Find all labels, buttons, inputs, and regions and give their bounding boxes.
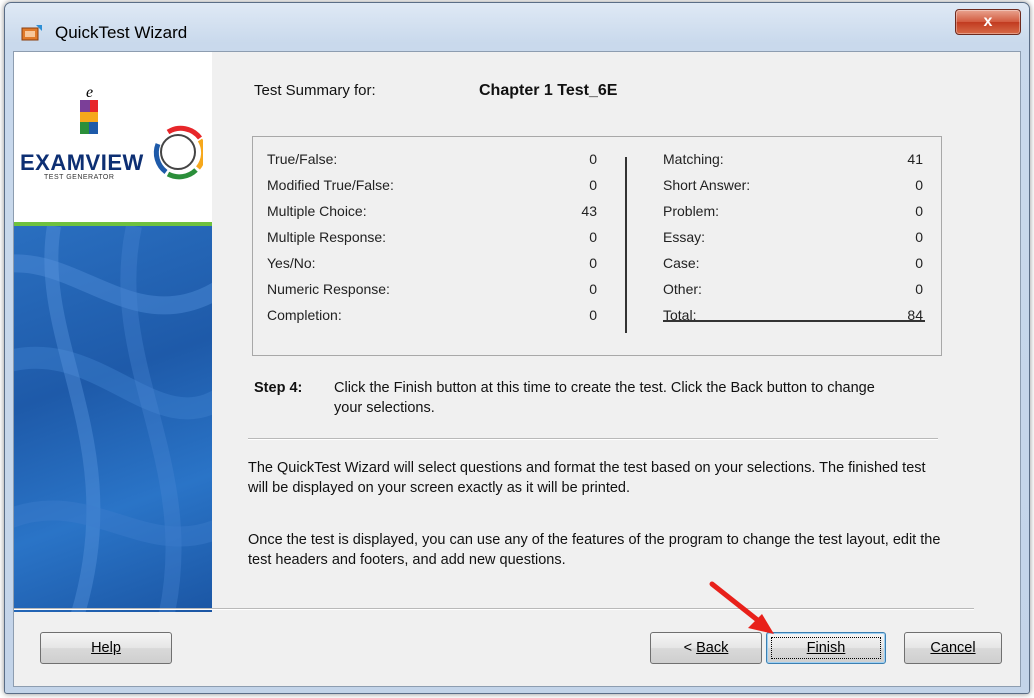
count-row: Essay: 0 [663, 229, 923, 245]
count-row: Problem: 0 [663, 203, 923, 219]
count-row: Case: 0 [663, 255, 923, 271]
quicktest-wizard-window: QuickTest Wizard x e EXAMVIEW TEST GENER… [4, 2, 1030, 694]
window-title: QuickTest Wizard [55, 23, 188, 42]
step-instructions: Click the Finish button at this time to … [334, 380, 875, 416]
examview-brand-text: EXAMVIEW [20, 150, 144, 175]
count-row: Multiple Response: 0 [267, 229, 597, 245]
examview-subtitle: TEST GENERATOR [44, 174, 115, 181]
section-divider [248, 438, 938, 440]
column-divider [625, 157, 627, 333]
help-button[interactable]: Help [40, 632, 172, 664]
question-counts-box: True/False: 0 Modified True/False: 0 Multi… [252, 136, 942, 356]
red-arrow-icon [709, 581, 774, 634]
app-icon [21, 25, 42, 41]
close-button[interactable]: x [955, 9, 1021, 35]
count-row: Yes/No: 0 [267, 255, 597, 271]
examview-logo-graphic: e [80, 84, 203, 180]
count-row: Matching: 41 [663, 151, 923, 167]
svg-text:e: e [86, 84, 93, 101]
count-row: Multiple Choice: 43 [267, 203, 597, 219]
finish-button[interactable]: Finish [766, 632, 886, 664]
count-row: Modified True/False: 0 [267, 177, 597, 193]
test-summary-name: Chapter 1 Test_6E [479, 82, 618, 99]
count-row: Completion: 0 [267, 307, 597, 323]
logo-panel: e EXAMVIEW TEST GENERATOR [14, 52, 212, 612]
description-paragraph: The QuickTest Wizard will select questio… [248, 460, 926, 496]
count-row: Short Answer: 0 [663, 177, 923, 193]
total-row: Total: 84 [663, 307, 923, 323]
description-paragraph-2: Once the test is displayed, you can use … [248, 532, 941, 568]
cancel-button[interactable]: Cancel [904, 632, 1002, 664]
decorative-blue-panel [14, 226, 212, 612]
count-row: True/False: 0 [267, 151, 597, 167]
count-row: Other: 0 [663, 281, 923, 297]
test-summary-label: Test Summary for: [254, 82, 376, 99]
total-separator [663, 320, 925, 322]
examview-logo: e EXAMVIEW TEST GENERATOR [14, 52, 212, 222]
focus-ring [771, 637, 881, 659]
wizard-client-area: e EXAMVIEW TEST GENERATOR Test Summary f… [13, 51, 1021, 687]
step-label: Step 4: [254, 380, 303, 396]
count-row: Numeric Response: 0 [267, 281, 597, 297]
button-bar-divider [14, 608, 974, 610]
